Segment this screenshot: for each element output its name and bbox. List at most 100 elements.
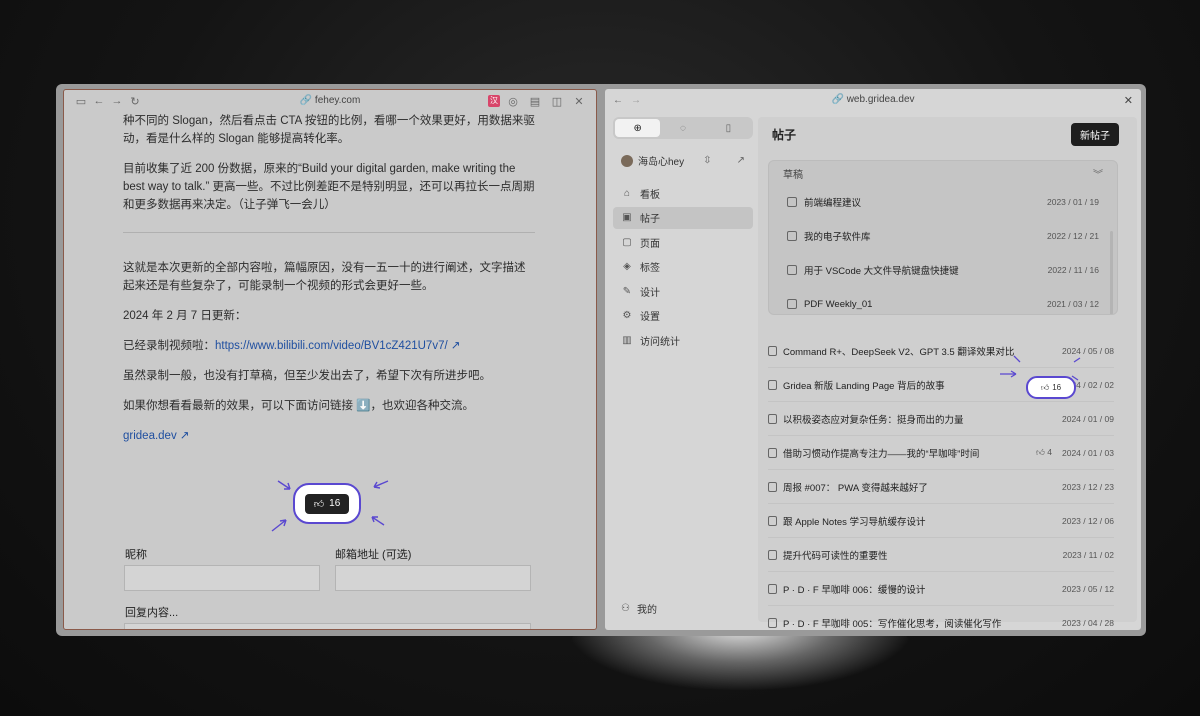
post-icon — [768, 515, 777, 526]
home-icon: ⌂ — [623, 187, 631, 199]
sidebar-item-posts[interactable]: ▣ 帖子 — [613, 206, 753, 229]
post-row[interactable]: 跟 Apple Notes 学习导航缓存设计 2023 / 12 / 06 — [768, 504, 1114, 538]
design-icon: ✎ — [622, 285, 632, 297]
left-toolbar: ▭ ← → ↻ 🔗 fehey.com 汉 ◎ ▤ ◫ ✕ — [64, 90, 596, 112]
sidebar-item-dashboard[interactable]: ⌂ 看板 — [613, 182, 753, 204]
paragraph: 虽然录制一般，也没有打草稿，但至少发出去了，希望下次有所进步吧。 — [123, 370, 491, 382]
nickname-label: 昵称 — [125, 549, 147, 561]
post-title: 借助习惯动作提高专注力——我的“早咖啡”时间 — [783, 448, 980, 460]
draft-date: 2023 / 01 / 19 — [1047, 197, 1099, 207]
article-body: 种不同的 Slogan，然后看点击 CTA 按钮的比例，看哪一个效果更好，用数据… — [123, 112, 535, 457]
post-date: 2023 / 12 / 06 — [1062, 515, 1114, 526]
reply-textarea[interactable] — [124, 623, 531, 629]
post-date: 2023 / 04 / 28 — [1062, 617, 1114, 628]
like-count-value: 4 — [1047, 447, 1052, 457]
sidebar-item-settings[interactable]: ⚙ 设置 — [613, 305, 753, 327]
page-title: 帖子 — [772, 128, 797, 142]
draft-item[interactable]: 用于 VSCode 大文件导航键盘快捷键 2022 / 11 / 16 — [769, 253, 1117, 287]
post-title: 周报 #007： PWA 变得越来越好了 — [783, 482, 928, 494]
nickname-input[interactable] — [124, 565, 320, 591]
sidebar-item-label: 设置 — [640, 312, 660, 323]
post-date: 2023 / 05 / 12 — [1062, 583, 1114, 594]
paragraph: 如果你想看看最新的效果，可以下面访问链接 ⬇️，也欢迎各种交流。 — [123, 400, 475, 412]
post-date: 2024 / 01 / 09 — [1062, 413, 1114, 424]
post-icon — [768, 481, 777, 492]
view-switcher: ⊕ ◌ ▯ — [613, 117, 753, 139]
left-browser-window: ▭ ← → ↻ 🔗 fehey.com 汉 ◎ ▤ ◫ ✕ 种不同的 Sloga… — [63, 89, 597, 630]
draft-date: 2022 / 12 / 21 — [1047, 231, 1099, 241]
post-date: 2024 / 01 / 03 — [1062, 447, 1114, 458]
post-title: P · D · F 早咖啡 006：缓慢的设计 — [783, 584, 926, 596]
draft-item[interactable]: PDF Weekly_01 2021 / 03 / 12 — [769, 287, 1117, 314]
post-row[interactable]: 借助习惯动作提高专注力——我的“早咖啡”时间 👍︎ 4 2024 / 01 / 03 — [768, 436, 1114, 470]
post-title: 提升代码可读性的重要性 — [783, 550, 888, 562]
post-title: 以积极姿态应对复杂任务：挺身而出的力量 — [783, 414, 964, 426]
post-icon — [768, 447, 777, 458]
address-bar[interactable]: 🔗 fehey.com — [64, 95, 596, 106]
post-icon — [787, 231, 797, 241]
post-icon — [768, 345, 777, 356]
post-row[interactable]: P · D · F 早咖啡 005：写作催化思考，阅读催化写作 2023 / 04… — [768, 606, 1114, 630]
right-browser-window: ← → 🔗 web.gridea.dev ✕ ⊕ ◌ ▯ 海岛心hey ⇳ ↗ … — [605, 89, 1141, 630]
address-bar[interactable]: 🔗 web.gridea.dev — [605, 94, 1141, 105]
book-icon[interactable]: ▯ — [706, 119, 751, 137]
thumbs-up-icon: 👍︎ — [1036, 447, 1045, 457]
draft-title: 前端编程建议 — [804, 198, 862, 209]
sidebar-item-label: 设计 — [640, 287, 660, 299]
paragraph: 这就是本次更新的全部内容啦，篇幅原因，没有一五一十的进行阐述，文字描述起来还是有… — [123, 262, 526, 292]
sidebar-item-label: 帖子 — [640, 214, 660, 225]
avatar — [621, 154, 633, 167]
chevron-updown-icon: ⇳ — [703, 155, 712, 166]
sidebar-item-design[interactable]: ✎ 设计 — [613, 280, 753, 302]
draft-item[interactable]: 我的电子软件库 2022 / 12 / 21 — [769, 219, 1117, 253]
post-title: P · D · F 早咖啡 005：写作催化思考，阅读催化写作 — [783, 618, 1002, 630]
post-date: 2023 / 12 / 23 — [1062, 481, 1114, 492]
draft-title: PDF Weekly_01 — [804, 298, 873, 310]
email-input[interactable] — [335, 565, 531, 591]
divider — [123, 232, 535, 233]
draft-item[interactable]: 前端编程建议 2023 / 01 / 19 — [769, 185, 1117, 219]
like-count: 👍︎ 4 — [1036, 447, 1052, 458]
new-post-button[interactable]: 新帖子 — [1071, 123, 1119, 146]
post-icon — [787, 299, 797, 309]
paragraph: 2024 年 2 月 7 日更新： — [123, 310, 247, 322]
drafts-scrollbar[interactable] — [1110, 231, 1113, 314]
post-icon: ▣ — [622, 212, 632, 223]
paragraph: 目前收集了近 200 份数据，原来的“Build your digital ga… — [123, 163, 535, 211]
post-row[interactable]: 以积极姿态应对复杂任务：挺身而出的力量 2024 / 01 / 09 — [768, 402, 1114, 436]
profile-link[interactable]: ⚇ 我的 — [621, 601, 657, 616]
site-link[interactable]: gridea.dev — [123, 430, 177, 442]
collapse-icon[interactable]: ︾ — [1093, 166, 1103, 181]
sidebar-item-label: 页面 — [640, 238, 660, 250]
sidebar-item-pages[interactable]: ▢ 页面 — [613, 231, 753, 253]
right-toolbar: ← → 🔗 web.gridea.dev ✕ — [605, 89, 1141, 111]
open-external-icon[interactable]: ↗ — [737, 155, 745, 166]
user-switcher[interactable]: 海岛心hey ⇳ ↗ — [613, 153, 753, 168]
sidebar-nav: ⌂ 看板 ▣ 帖子 ▢ 页面 ◈ 标签 ✎ 设计 ⚙ 设置 ▥ 访问统计 — [613, 182, 753, 351]
email-label: 邮箱地址 (可选) — [335, 549, 412, 561]
sidebar-item-stats[interactable]: ▥ 访问统计 — [613, 329, 753, 351]
drafts-header[interactable]: 草稿 ︾ — [769, 161, 1117, 185]
annotation-arrows — [1000, 355, 1081, 381]
post-title: 跟 Apple Notes 学习导航缓存设计 — [783, 516, 926, 528]
sidebar-item-tags[interactable]: ◈ 标签 — [613, 256, 753, 278]
draft-date: 2022 / 11 / 16 — [1047, 265, 1099, 275]
video-link[interactable]: https://www.bilibili.com/video/BV1cZ421U… — [215, 340, 448, 352]
post-row[interactable]: 周报 #007： PWA 变得越来越好了 2023 / 12 / 23 — [768, 470, 1114, 504]
post-icon — [768, 617, 777, 628]
post-icon — [768, 549, 777, 560]
sidebar: ⊕ ◌ ▯ 海岛心hey ⇳ ↗ ⌂ 看板 ▣ 帖子 ▢ 页面 ◈ 标签 ✎ 设计 ⚙ 设置… — [613, 117, 753, 630]
profile-label: 我的 — [636, 605, 657, 616]
external-link-icon: ↗ — [450, 340, 461, 352]
tag-switch-icon[interactable]: ◌ — [660, 119, 705, 137]
draft-title: 用于 VSCode 大文件导航键盘快捷键 — [804, 266, 959, 277]
paragraph-video: 已经录制视频啦：https://www.bilibili.com/video/B… — [123, 337, 535, 355]
user-icon: ⚇ — [621, 603, 630, 614]
like-count: 16 — [1052, 383, 1062, 392]
post-title: Command R+、DeepSeek V2、GPT 3.5 翻译效果对比 — [783, 346, 1015, 358]
globe-icon[interactable]: ⊕ — [615, 119, 661, 137]
page-icon: ▢ — [622, 236, 632, 248]
post-row[interactable]: P · D · F 早咖啡 006：缓慢的设计 2023 / 05 / 12 — [768, 572, 1114, 606]
drafts-section: 草稿 ︾ 前端编程建议 2023 / 01 / 19 我的电子软件库 2022 / … — [768, 160, 1118, 315]
post-row[interactable]: 提升代码可读性的重要性 2023 / 11 / 02 — [768, 538, 1114, 572]
